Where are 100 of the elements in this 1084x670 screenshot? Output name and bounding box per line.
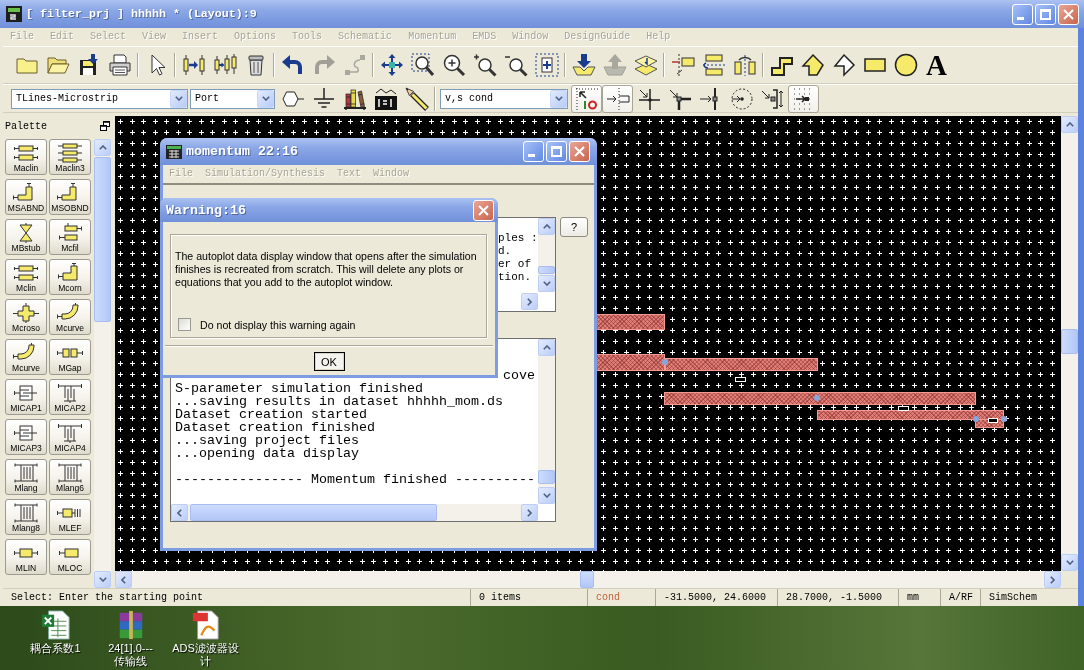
chevron-down-icon bbox=[1065, 560, 1074, 565]
scroll-down-button[interactable] bbox=[94, 571, 111, 588]
close-button[interactable] bbox=[1058, 3, 1079, 25]
palette-button[interactable]: MBstub bbox=[5, 219, 47, 255]
scroll-right-button[interactable] bbox=[521, 504, 538, 521]
palette-button[interactable]: Mclin bbox=[5, 259, 47, 295]
scroll-thumb[interactable] bbox=[538, 266, 555, 274]
scroll-left-button[interactable] bbox=[115, 571, 132, 588]
palette-button[interactable]: Mlang bbox=[5, 459, 47, 495]
status-field: Select: Enter the starting point bbox=[3, 589, 470, 606]
snap-toggle-button[interactable] bbox=[788, 84, 819, 113]
scroll-down-button[interactable] bbox=[1061, 554, 1078, 571]
log-line: tion. bbox=[498, 271, 532, 284]
palette-button[interactable]: Mlang8 bbox=[5, 499, 47, 535]
snap-grid-icon bbox=[574, 86, 599, 111]
desktop-icon-label: ADS滤波器设 计 bbox=[172, 642, 239, 668]
palette-button[interactable]: Mlang6 bbox=[49, 459, 91, 495]
help-button[interactable]: ? bbox=[560, 217, 588, 237]
scroll-right-button[interactable] bbox=[1044, 571, 1061, 588]
minimize-button[interactable] bbox=[523, 141, 544, 162]
snap-toggle-button[interactable] bbox=[571, 84, 602, 113]
palette-button[interactable]: Maclin3 bbox=[49, 139, 91, 175]
layer-dropdown[interactable]: v,s cond bbox=[440, 88, 568, 109]
window-title: [ filter_prj ] hhhhh * (Layout):9 bbox=[26, 7, 257, 21]
log-line: cove bbox=[502, 369, 536, 382]
palette-button[interactable]: MICAP1 bbox=[5, 379, 47, 415]
scroll-up-button[interactable] bbox=[538, 339, 555, 356]
snap-toggle-button[interactable] bbox=[602, 84, 633, 113]
zoom-plus-icon bbox=[472, 53, 497, 77]
bracket-lines-icon bbox=[12, 503, 40, 523]
upload-icon bbox=[602, 53, 627, 77]
coupled-lines-icon bbox=[12, 263, 40, 283]
ok-button[interactable]: OK bbox=[313, 352, 345, 371]
snap-midpoint-icon bbox=[760, 86, 785, 111]
snap-intersection-icon bbox=[636, 86, 661, 111]
move-arrows-icon bbox=[379, 53, 404, 77]
scroll-up-button[interactable] bbox=[94, 139, 111, 156]
palette-button[interactable]: MLOC bbox=[49, 539, 91, 575]
restore-window-icon bbox=[100, 121, 110, 131]
maximize-icon bbox=[551, 146, 562, 157]
palette-button[interactable]: MSABND bbox=[5, 179, 47, 215]
finger-box-icon bbox=[12, 383, 40, 403]
mirror-icon bbox=[701, 53, 726, 77]
fit-view-icon bbox=[534, 53, 559, 77]
pin-marker-icon bbox=[735, 377, 746, 382]
scroll-right-button[interactable] bbox=[521, 293, 538, 310]
pin-marker-icon bbox=[988, 418, 998, 423]
printer-icon bbox=[107, 53, 132, 77]
palette-button[interactable]: MGap bbox=[49, 339, 91, 375]
component-dropdown[interactable]: Port bbox=[190, 88, 275, 109]
palette-button[interactable]: MLIN bbox=[5, 539, 47, 575]
scroll-thumb[interactable] bbox=[1061, 329, 1078, 354]
palette-button[interactable]: Mcfil bbox=[49, 219, 91, 255]
scroll-thumb[interactable] bbox=[190, 504, 437, 521]
chevron-up-icon bbox=[542, 345, 551, 350]
log-line: ...saving project files bbox=[175, 434, 360, 447]
scroll-thumb[interactable] bbox=[538, 470, 555, 484]
maximize-button[interactable] bbox=[546, 141, 567, 162]
chevron-down-icon bbox=[261, 96, 270, 101]
snap-pin-icon bbox=[605, 86, 630, 111]
palette-button[interactable]: Maclin bbox=[5, 139, 47, 175]
comb-icon bbox=[56, 383, 84, 403]
palette-button[interactable]: MICAP2 bbox=[49, 379, 91, 415]
rotate-icon bbox=[732, 53, 757, 77]
chevron-up-icon bbox=[1065, 122, 1074, 127]
align-icon bbox=[670, 53, 695, 77]
palette-button[interactable]: Mcroso bbox=[5, 299, 47, 335]
coupled-lines-icon bbox=[56, 143, 84, 163]
text-tool-button[interactable]: A bbox=[921, 49, 952, 81]
zoom-minus-icon bbox=[503, 53, 528, 77]
minimize-button[interactable] bbox=[1012, 3, 1033, 25]
layers-icon bbox=[633, 53, 658, 77]
scroll-up-button[interactable] bbox=[1061, 116, 1078, 133]
palette-button[interactable]: MICAP3 bbox=[5, 419, 47, 455]
chevron-left-icon bbox=[177, 508, 182, 517]
scroll-thumb[interactable] bbox=[580, 571, 594, 588]
dialog-title: Warning:16 bbox=[166, 202, 246, 218]
palette-button[interactable]: MLEF bbox=[49, 499, 91, 535]
palette-button[interactable]: Mcurve bbox=[49, 299, 91, 335]
books-icon bbox=[342, 86, 367, 111]
panel-title: Palette bbox=[5, 120, 47, 132]
checkbox[interactable] bbox=[178, 318, 191, 331]
palette-button[interactable]: Mcurve bbox=[5, 339, 47, 375]
close-button[interactable] bbox=[473, 199, 494, 221]
close-button[interactable] bbox=[569, 141, 590, 162]
readout-icon bbox=[373, 86, 398, 111]
scroll-up-button[interactable] bbox=[538, 218, 555, 235]
scroll-left-button[interactable] bbox=[171, 504, 188, 521]
scroll-thumb[interactable] bbox=[94, 157, 111, 322]
maximize-button[interactable] bbox=[1035, 3, 1056, 25]
scroll-down-button[interactable] bbox=[538, 487, 555, 504]
palette-button[interactable]: Mcorn bbox=[49, 259, 91, 295]
chevron-right-icon bbox=[527, 297, 532, 306]
palette-button[interactable]: MSOBND bbox=[49, 179, 91, 215]
chevron-down-icon bbox=[98, 577, 107, 582]
pin-marker-icon bbox=[898, 406, 909, 411]
scroll-down-button[interactable] bbox=[538, 275, 555, 292]
palette-button[interactable]: MICAP4 bbox=[49, 419, 91, 455]
library-dropdown[interactable]: TLines-Microstrip bbox=[11, 88, 188, 109]
ground-icon bbox=[311, 86, 336, 111]
